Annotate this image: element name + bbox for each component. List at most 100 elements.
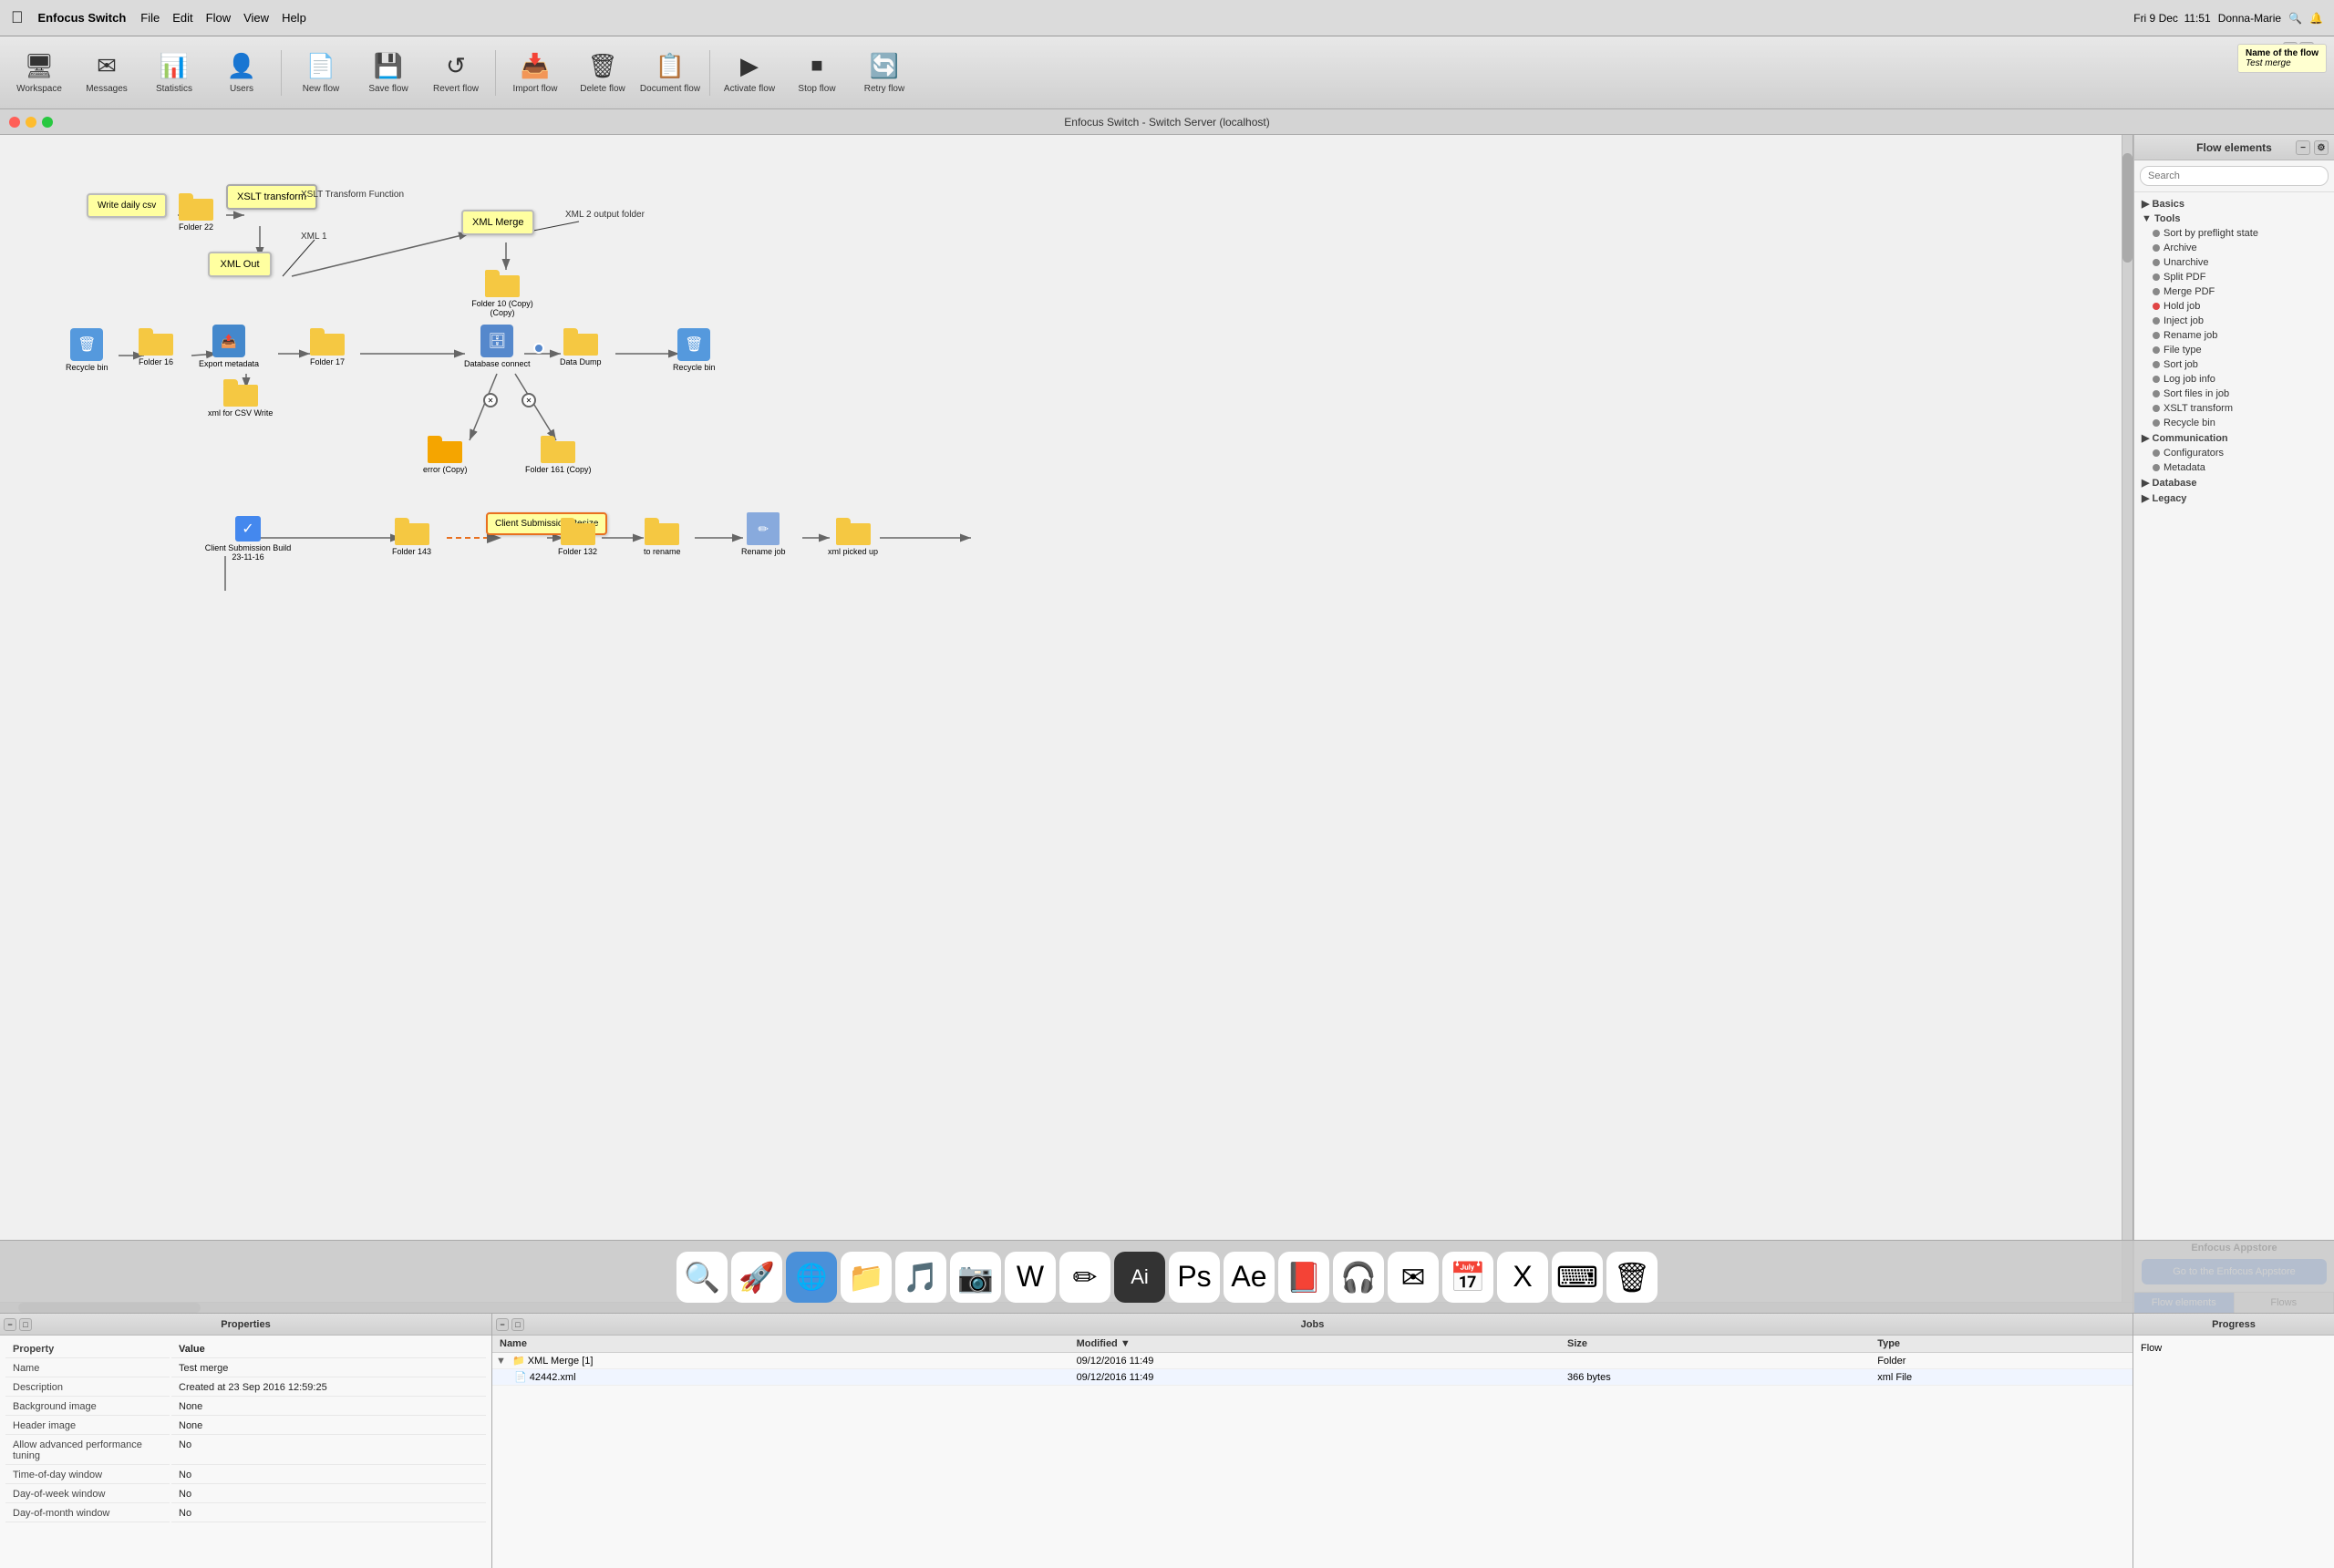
jobs-ctrl-1[interactable]: − bbox=[496, 1318, 509, 1331]
dock-excel[interactable]: X bbox=[1497, 1252, 1548, 1303]
canvas-scrollbar-v[interactable] bbox=[2122, 135, 2133, 1302]
tools-category[interactable]: ▼ Tools bbox=[2134, 211, 2334, 226]
dock-terminal[interactable]: ⌨ bbox=[1552, 1252, 1603, 1303]
rename-job-node[interactable]: ✏ Rename job bbox=[741, 512, 786, 556]
dock-enfocus[interactable]: Ai bbox=[1114, 1252, 1165, 1303]
folder-161-node[interactable]: Folder 161 (Copy) bbox=[525, 436, 592, 474]
dock-spotify[interactable]: 🎧 bbox=[1333, 1252, 1384, 1303]
dock-sketch[interactable]: ✏ bbox=[1059, 1252, 1110, 1303]
window-maximize-btn[interactable] bbox=[42, 117, 53, 128]
document-flow-button[interactable]: 📋 Document flow bbox=[638, 42, 702, 104]
window-close-btn[interactable] bbox=[9, 117, 20, 128]
retry-flow-button[interactable]: 🔄 Retry flow bbox=[852, 42, 916, 104]
xml-merge-node[interactable]: XML Merge bbox=[461, 210, 534, 235]
dock-files[interactable]: 📁 bbox=[841, 1252, 892, 1303]
col-size[interactable]: Size bbox=[1560, 1336, 1870, 1353]
tree-item-sort-preflight[interactable]: Sort by preflight state bbox=[2134, 226, 2334, 241]
tree-item-configurators[interactable]: Configurators bbox=[2134, 446, 2334, 460]
stop-flow-button[interactable]: ⏹ Stop flow bbox=[785, 42, 849, 104]
menu-help[interactable]: Help bbox=[282, 11, 306, 25]
folder-132-node[interactable]: Folder 132 bbox=[558, 518, 597, 556]
menu-flow[interactable]: Flow bbox=[206, 11, 231, 25]
new-flow-button[interactable]: 📄 New flow bbox=[289, 42, 353, 104]
menu-file[interactable]: File bbox=[140, 11, 160, 25]
tree-item-metadata[interactable]: Metadata bbox=[2134, 460, 2334, 475]
col-modified[interactable]: Modified ▼ bbox=[1069, 1336, 1560, 1353]
dock-chrome[interactable]: 🌐 bbox=[786, 1252, 837, 1303]
folder-17-node[interactable]: Folder 17 bbox=[310, 328, 345, 366]
menubar-notifications-icon[interactable]: 🔔 bbox=[2309, 12, 2323, 25]
scrollbar-thumb-v[interactable] bbox=[2122, 153, 2133, 263]
recycle-bin-2-node[interactable]: 🗑 Recycle bin bbox=[673, 328, 716, 372]
communication-category[interactable]: ▶ Communication bbox=[2134, 430, 2334, 446]
dock-acrobat[interactable]: 📕 bbox=[1278, 1252, 1329, 1303]
workspace-button[interactable]: 🖥 Workspace bbox=[7, 42, 71, 104]
dock-photos[interactable]: 📷 bbox=[950, 1252, 1001, 1303]
window-minimize-btn[interactable] bbox=[26, 117, 36, 128]
error-copy-node[interactable]: error (Copy) bbox=[423, 436, 468, 474]
table-row[interactable]: ▼ 📁 XML Merge [1] 09/12/2016 11:49 Folde… bbox=[492, 1353, 2133, 1369]
dock-launchpad[interactable]: 🚀 bbox=[731, 1252, 782, 1303]
dock-word[interactable]: W bbox=[1005, 1252, 1056, 1303]
tree-item-archive[interactable]: Archive bbox=[2134, 241, 2334, 255]
tree-item-file-type[interactable]: File type bbox=[2134, 343, 2334, 357]
col-name[interactable]: Name bbox=[492, 1336, 1069, 1353]
dock-mail[interactable]: ✉ bbox=[1388, 1252, 1439, 1303]
panel-ctrl-minus[interactable]: − bbox=[2296, 140, 2310, 155]
tree-item-xslt-transform[interactable]: XSLT transform bbox=[2134, 401, 2334, 416]
export-metadata-node[interactable]: 📤 Export metadata bbox=[199, 325, 259, 368]
tree-item-sort-files[interactable]: Sort files in job bbox=[2134, 387, 2334, 401]
legacy-category[interactable]: ▶ Legacy bbox=[2134, 490, 2334, 506]
dock-finder[interactable]: 🔍 bbox=[676, 1252, 728, 1303]
props-ctrl-1[interactable]: − bbox=[4, 1318, 16, 1331]
menu-view[interactable]: View bbox=[243, 11, 269, 25]
messages-button[interactable]: ✉ Messages bbox=[75, 42, 139, 104]
delete-flow-button[interactable]: 🗑 Delete flow bbox=[571, 42, 635, 104]
database-connect-node[interactable]: 🗄 Database connect bbox=[464, 325, 531, 368]
tree-item-sort-job[interactable]: Sort job bbox=[2134, 357, 2334, 372]
apple-menu[interactable]:  bbox=[11, 8, 24, 27]
tree-item-recycle-bin[interactable]: Recycle bin bbox=[2134, 416, 2334, 430]
tree-item-rename-job[interactable]: Rename job bbox=[2134, 328, 2334, 343]
statistics-button[interactable]: 📊 Statistics bbox=[142, 42, 206, 104]
database-category[interactable]: ▶ Database bbox=[2134, 475, 2334, 490]
tree-item-inject-job[interactable]: Inject job bbox=[2134, 314, 2334, 328]
recycle-bin-1-node[interactable]: 🗑 Recycle bin bbox=[66, 328, 108, 372]
activate-flow-button[interactable]: ▶ Activate flow bbox=[718, 42, 781, 104]
tree-item-merge-pdf[interactable]: Merge PDF bbox=[2134, 284, 2334, 299]
menubar-search-icon[interactable]: 🔍 bbox=[2288, 12, 2302, 25]
tree-item-log-job-info[interactable]: Log job info bbox=[2134, 372, 2334, 387]
col-type[interactable]: Type bbox=[1870, 1336, 2133, 1353]
flow-canvas[interactable]: Write daily csv Folder 22 XSLT transform… bbox=[0, 135, 2133, 1313]
app-name[interactable]: Enfocus Switch bbox=[38, 11, 127, 25]
folder-16-node[interactable]: Folder 16 bbox=[139, 328, 173, 366]
props-ctrl-2[interactable]: □ bbox=[19, 1318, 32, 1331]
xml-picked-up-node[interactable]: xml picked up bbox=[828, 518, 878, 556]
tree-item-hold-job[interactable]: Hold job bbox=[2134, 299, 2334, 314]
dock-ae[interactable]: Ae bbox=[1224, 1252, 1275, 1303]
write-daily-csv-node[interactable]: Write daily csv bbox=[87, 193, 167, 218]
folder-143-node[interactable]: Folder 143 bbox=[392, 518, 431, 556]
users-button[interactable]: 👤 Users bbox=[210, 42, 274, 104]
tree-item-split-pdf[interactable]: Split PDF bbox=[2134, 270, 2334, 284]
xml-csv-write-node[interactable]: xml for CSV Write bbox=[208, 379, 273, 418]
dock-calendar[interactable]: 📅 bbox=[1442, 1252, 1493, 1303]
menu-edit[interactable]: Edit bbox=[172, 11, 192, 25]
dock-ps[interactable]: Ps bbox=[1169, 1252, 1220, 1303]
dock-trash[interactable]: 🗑 bbox=[1606, 1252, 1658, 1303]
revert-flow-button[interactable]: ↺ Revert flow bbox=[424, 42, 488, 104]
jobs-ctrl-2[interactable]: □ bbox=[511, 1318, 524, 1331]
panel-ctrl-plus[interactable]: ⚙ bbox=[2314, 140, 2329, 155]
client-submission-node[interactable]: ✓ Client Submission Build 23-11-16 bbox=[202, 516, 294, 562]
flow-elements-search[interactable] bbox=[2140, 166, 2329, 186]
folder-22-node[interactable]: Folder 22 bbox=[179, 193, 213, 232]
folder-10-node[interactable]: Folder 10 (Copy) (Copy) bbox=[461, 270, 543, 317]
save-flow-button[interactable]: 💾 Save flow bbox=[356, 42, 420, 104]
xml-out-node[interactable]: XML Out bbox=[208, 252, 272, 277]
basics-category[interactable]: ▶ Basics bbox=[2134, 196, 2334, 211]
import-flow-button[interactable]: 📥 Import flow bbox=[503, 42, 567, 104]
tree-item-unarchive[interactable]: Unarchive bbox=[2134, 255, 2334, 270]
dock-music[interactable]: 🎵 bbox=[895, 1252, 946, 1303]
to-rename-node[interactable]: to rename bbox=[644, 518, 681, 556]
data-dump-node[interactable]: Data Dump bbox=[560, 328, 602, 366]
